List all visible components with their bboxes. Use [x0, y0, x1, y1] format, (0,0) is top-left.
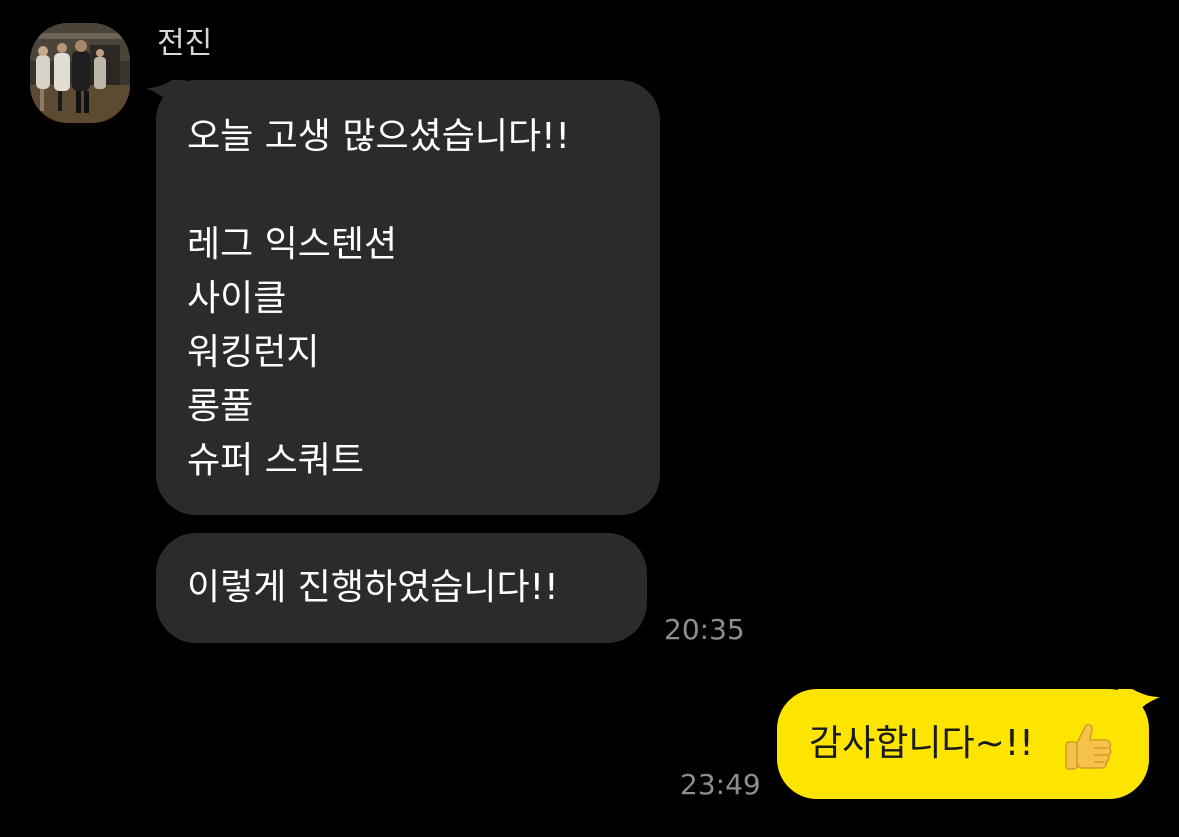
outgoing-message-bubble[interactable]: 감사합니다~!!: [777, 689, 1149, 799]
message-line: 롱풀: [187, 386, 254, 427]
gym-photo-avatar: [30, 23, 130, 123]
message-line: 사이클: [187, 278, 287, 319]
message-text: 이렇게 진행하였습니다!!: [187, 567, 559, 608]
sender-avatar[interactable]: [30, 23, 130, 123]
sender-name: 전진: [157, 26, 213, 61]
message-text: 감사합니다~!!: [809, 723, 1034, 764]
message-timestamp: 23:49: [680, 768, 761, 801]
thumbs-up-icon: [1065, 723, 1112, 770]
message-line: 오늘 고생 많으셨습니다!!: [187, 116, 570, 157]
message-timestamp: 20:35: [664, 613, 745, 646]
message-line: 워킹런지: [187, 332, 320, 373]
incoming-message-bubble[interactable]: 오늘 고생 많으셨습니다!! 레그 익스텐션 사이클 워킹런지 롱풀 슈퍼 스쿼…: [156, 80, 660, 515]
incoming-message-bubble[interactable]: 이렇게 진행하였습니다!!: [156, 533, 647, 643]
message-line: 레그 익스텐션: [187, 224, 398, 265]
message-line: 슈퍼 스쿼트: [187, 440, 365, 481]
